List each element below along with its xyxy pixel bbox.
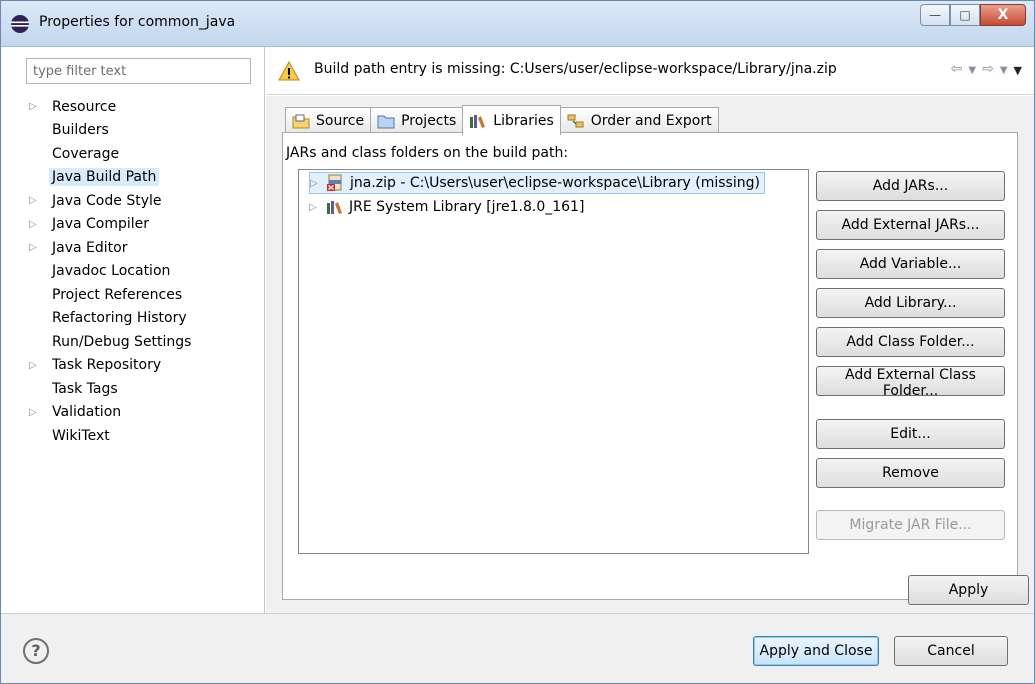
sidebar-item-java-editor[interactable]: ▷ Java Editor (27, 236, 194, 260)
sidebar-item-label: Task Repository (52, 357, 162, 374)
expand-arrow-icon[interactable]: ▷ (309, 202, 325, 213)
title-bar[interactable]: Properties for common_java — □ X (1, 1, 1034, 47)
warning-icon (278, 60, 300, 81)
sidebar-item-label: Resource (52, 98, 117, 115)
sidebar-item-java-build-path[interactable]: Java Build Path (27, 166, 194, 190)
page-navigation: ⇦ ▼ ⇨ ▼ ▼ (951, 61, 1022, 81)
build-path-entries-tree[interactable]: ▷ jna.zip - C:\Users\user\eclipse-worksp… (298, 169, 809, 554)
tab-label: Projects (401, 113, 457, 129)
property-pages-pane: ▷ResourceBuildersCoverageJava Build Path… (1, 47, 265, 613)
tab-label: Source (316, 113, 365, 129)
help-icon[interactable]: ? (23, 638, 49, 664)
add-external-jars-button[interactable]: Add External JARs... (816, 210, 1005, 240)
message-header: Build path entry is missing: C:Users/use… (266, 47, 1034, 95)
migrate-jar-button[interactable]: Migrate JAR File... (816, 510, 1005, 540)
add-external-class-folder-button[interactable]: Add External Class Folder... (816, 366, 1005, 399)
forward-arrow-icon[interactable]: ⇨ (982, 61, 994, 81)
expand-arrow-icon[interactable]: ▷ (27, 360, 49, 371)
sidebar-item-javadoc-location[interactable]: Javadoc Location (27, 260, 194, 284)
sidebar-item-resource[interactable]: ▷ Resource (27, 95, 194, 119)
add-variable-button[interactable]: Add Variable... (816, 249, 1005, 279)
library-entry-jna-zip[interactable]: ▷ jna.zip - C:\Users\user\eclipse-worksp… (309, 172, 765, 194)
projects-folder-icon (377, 115, 395, 129)
sidebar-item-refactoring-history[interactable]: Refactoring History (27, 307, 194, 331)
properties-dialog: Properties for common_java — □ X ▷Resour… (0, 0, 1035, 684)
sidebar-item-label: Coverage (52, 145, 120, 162)
close-icon: X (997, 7, 1009, 23)
sidebar-item-label: Java Compiler (52, 216, 150, 233)
expand-arrow-icon[interactable]: ▷ (27, 219, 49, 230)
maximize-button[interactable]: □ (950, 4, 980, 26)
sidebar-item-label: Refactoring History (52, 310, 187, 327)
sidebar-item-label: Javadoc Location (52, 263, 171, 280)
library-entry-label: jna.zip - C:\Users\user\eclipse-workspac… (350, 175, 760, 191)
libraries-tab-body: JARs and class folders on the build path… (282, 132, 1018, 600)
tab-projects[interactable]: Projects (370, 107, 464, 134)
sidebar-item-run-debug-settings[interactable]: Run/Debug Settings (27, 330, 194, 354)
sidebar-item-label: Java Build Path (49, 168, 160, 187)
error-message: Build path entry is missing: C:Users/use… (314, 61, 837, 77)
expand-arrow-icon[interactable]: ▷ (27, 101, 49, 112)
library-icon (327, 201, 342, 214)
filter-input[interactable] (26, 58, 251, 84)
sidebar-item-label: Project References (52, 286, 183, 303)
apply-and-close-button[interactable]: Apply and Close (753, 636, 879, 666)
tab-source[interactable]: Source (285, 107, 372, 134)
sidebar-item-project-references[interactable]: Project References (27, 283, 194, 307)
dialog-button-bar: ? Apply and Close Cancel (1, 613, 1034, 683)
back-dropdown-icon[interactable]: ▼ (968, 61, 976, 81)
sidebar-item-task-tags[interactable]: Task Tags (27, 377, 194, 401)
window-title: Properties for common_java (39, 14, 236, 30)
sidebar-item-label: Validation (52, 404, 122, 421)
sidebar-item-label: Builders (52, 122, 109, 139)
libraries-icon (470, 114, 486, 128)
sidebar-item-builders[interactable]: Builders (27, 119, 194, 143)
maximize-icon: □ (959, 8, 971, 22)
expand-arrow-icon[interactable]: ▷ (27, 242, 49, 253)
window-controls: — □ X (920, 4, 1026, 26)
missing-jar-icon (327, 174, 342, 191)
expand-arrow-icon[interactable]: ▷ (310, 178, 326, 189)
library-entry-label: JRE System Library [jre1.8.0_161] (349, 199, 585, 215)
sidebar-item-task-repository[interactable]: ▷ Task Repository (27, 354, 194, 378)
sidebar-item-validation[interactable]: ▷ Validation (27, 401, 194, 425)
add-jars-button[interactable]: Add JARs... (816, 171, 1005, 201)
expand-arrow-icon[interactable]: ▷ (27, 195, 49, 206)
sidebar-item-label: Java Code Style (52, 192, 162, 209)
minimize-icon: — (929, 8, 941, 22)
sidebar-item-coverage[interactable]: Coverage (27, 142, 194, 166)
sidebar-item-java-code-style[interactable]: ▷ Java Code Style (27, 189, 194, 213)
sidebar-item-label: Run/Debug Settings (52, 333, 192, 350)
sidebar-item-label: Java Editor (52, 239, 128, 256)
remove-button[interactable]: Remove (816, 458, 1005, 488)
sidebar-item-label: WikiText (52, 427, 110, 444)
close-button[interactable]: X (980, 4, 1026, 26)
property-pages-tree: ▷ Resource Builders Coverage Java Build Path… (27, 95, 194, 448)
order-export-icon (567, 114, 584, 128)
build-path-label: JARs and class folders on the build path… (286, 145, 569, 161)
sidebar-item-wikitext[interactable]: WikiText (27, 424, 194, 448)
sidebar-item-label: Task Tags (52, 380, 118, 397)
edit-button[interactable]: Edit... (816, 419, 1005, 449)
tab-label: Libraries (493, 112, 554, 129)
tab-libraries[interactable]: Libraries (462, 105, 561, 135)
expand-arrow-icon[interactable]: ▷ (27, 407, 49, 418)
view-menu-icon[interactable]: ▼ (1014, 61, 1022, 81)
tab-label: Order and Export (590, 113, 712, 129)
add-class-folder-button[interactable]: Add Class Folder... (816, 327, 1005, 357)
add-library-button[interactable]: Add Library... (816, 288, 1005, 318)
tab-order-and-export[interactable]: Order and Export (559, 107, 719, 134)
build-path-page: Source Projects Libraries Order and Expo… (266, 96, 1034, 613)
eclipse-icon (11, 15, 29, 33)
minimize-button[interactable]: — (920, 4, 950, 26)
build-path-tabs: Source Projects Libraries Order and Expo… (285, 105, 719, 135)
library-entry-jre[interactable]: ▷ JRE System Library [jre1.8.0_161] (309, 196, 584, 218)
back-arrow-icon[interactable]: ⇦ (951, 61, 963, 81)
sidebar-item-java-compiler[interactable]: ▷ Java Compiler (27, 213, 194, 237)
cancel-button[interactable]: Cancel (894, 636, 1008, 666)
forward-dropdown-icon[interactable]: ▼ (1000, 61, 1008, 81)
apply-button[interactable]: Apply (908, 575, 1029, 605)
source-folder-icon (292, 114, 310, 129)
